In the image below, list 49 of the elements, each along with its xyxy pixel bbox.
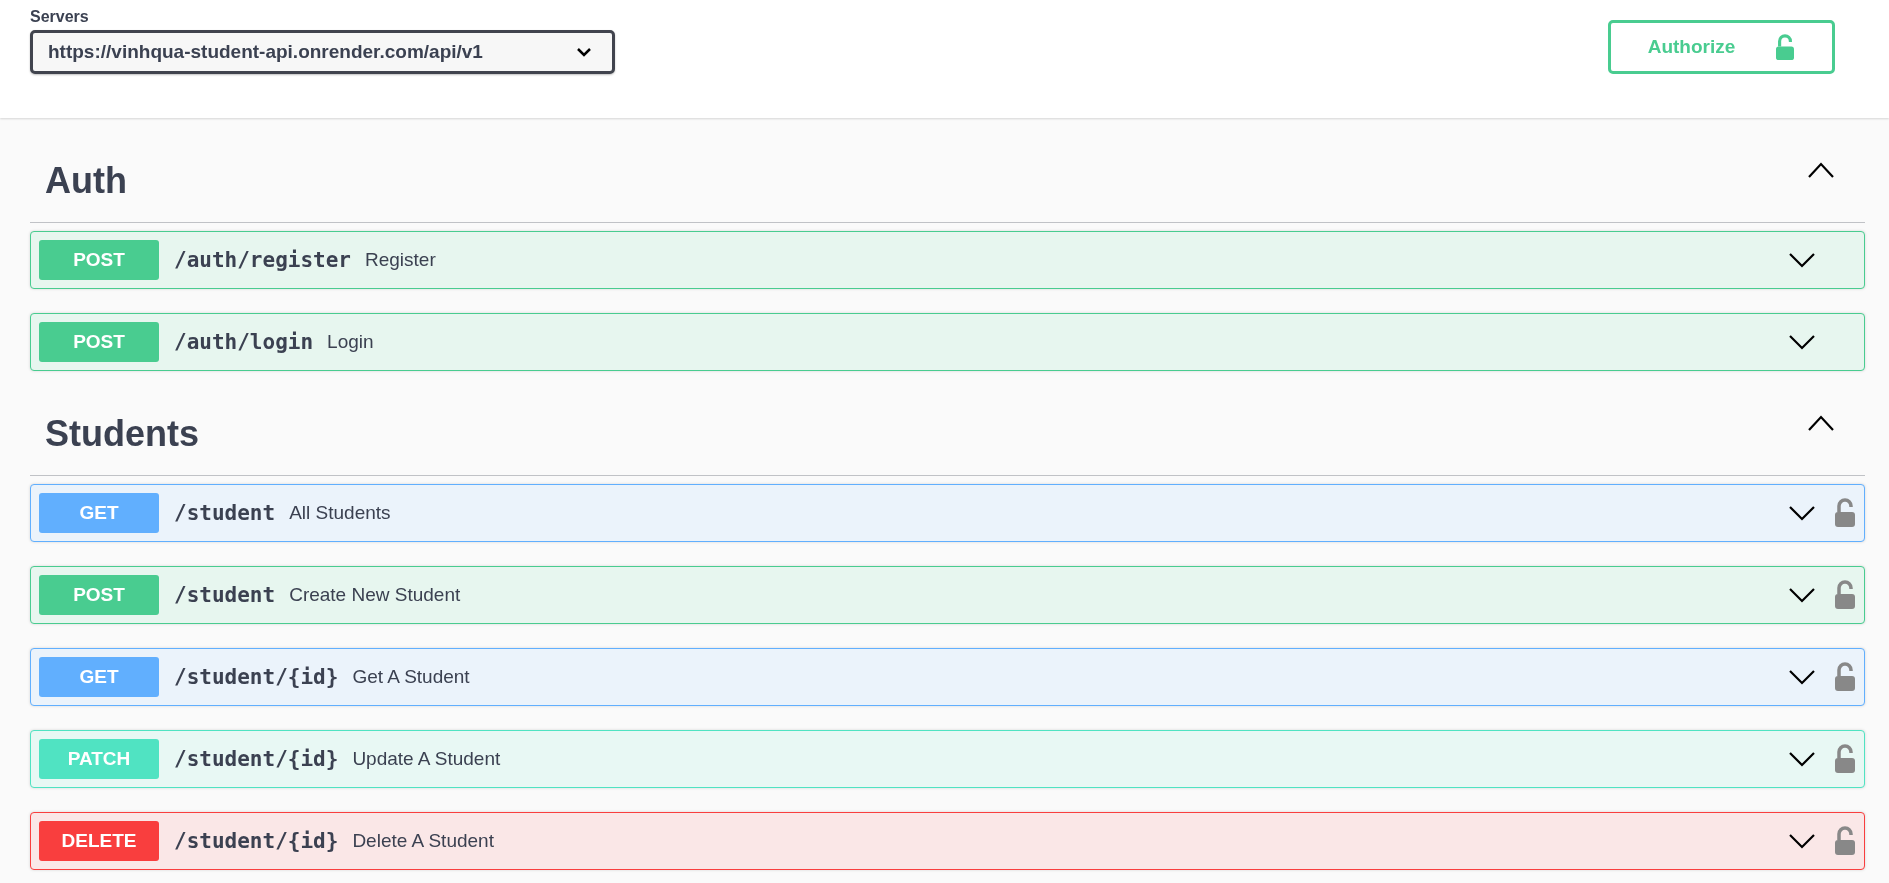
method-badge: POST <box>39 240 159 280</box>
endpoint-row[interactable]: POST /auth/register Register <box>30 231 1865 289</box>
endpoint-path: /auth/login <box>174 330 314 354</box>
lock-icon[interactable] <box>1834 498 1856 528</box>
endpoint-row[interactable]: GET /student All Students <box>30 484 1865 542</box>
method-badge: DELETE <box>39 821 159 861</box>
method-badge: POST <box>39 575 159 615</box>
endpoint-path: /student <box>174 583 276 607</box>
endpoint-row[interactable]: DELETE /student/{id} Delete A Student <box>30 812 1865 870</box>
chevron-down-icon <box>576 47 592 57</box>
chevron-down-icon[interactable] <box>1788 251 1816 269</box>
endpoint-summary: Delete A Student <box>352 830 495 852</box>
lock-icon[interactable] <box>1834 580 1856 610</box>
endpoint-summary: Login <box>327 331 375 353</box>
endpoint-path: /auth/register <box>174 248 351 272</box>
endpoint-path: /student/{id} <box>174 829 339 853</box>
server-select[interactable]: https://vinhqua-student-api.onrender.com/api/v1 <box>30 30 615 74</box>
section-header[interactable]: Auth <box>30 118 1865 223</box>
section-title: Students <box>45 413 199 455</box>
lock-icon[interactable] <box>1834 826 1856 856</box>
lock-icon[interactable] <box>1834 662 1856 692</box>
endpoint-row[interactable]: POST /student Create New Student <box>30 566 1865 624</box>
endpoint-summary: Create New Student <box>289 584 462 606</box>
endpoint-summary: Get A Student <box>352 666 471 688</box>
chevron-down-icon[interactable] <box>1788 832 1816 850</box>
method-badge: GET <box>39 493 159 533</box>
chevron-up-icon[interactable] <box>1807 414 1835 432</box>
section-title: Auth <box>45 160 127 202</box>
method-badge: PATCH <box>39 739 159 779</box>
chevron-down-icon[interactable] <box>1788 586 1816 604</box>
method-badge: GET <box>39 657 159 697</box>
lock-icon[interactable] <box>1834 744 1856 774</box>
servers-label: Servers <box>30 8 89 26</box>
endpoint-summary: Register <box>365 249 437 271</box>
endpoint-row[interactable]: PATCH /student/{id} Update A Student <box>30 730 1865 788</box>
endpoint-path: /student/{id} <box>174 665 339 689</box>
chevron-down-icon[interactable] <box>1788 504 1816 522</box>
endpoint-path: /student <box>174 501 276 525</box>
endpoint-row[interactable]: GET /student/{id} Get A Student <box>30 648 1865 706</box>
method-badge: POST <box>39 322 159 362</box>
endpoint-summary: All Students <box>289 502 392 524</box>
chevron-up-icon[interactable] <box>1807 161 1835 179</box>
chevron-down-icon[interactable] <box>1788 333 1816 351</box>
endpoint-row[interactable]: POST /auth/login Login <box>30 313 1865 371</box>
chevron-down-icon[interactable] <box>1788 668 1816 686</box>
section-header[interactable]: Students <box>30 371 1865 476</box>
endpoint-summary: Update A Student <box>352 748 502 770</box>
chevron-down-icon[interactable] <box>1788 750 1816 768</box>
endpoint-path: /student/{id} <box>174 747 339 771</box>
